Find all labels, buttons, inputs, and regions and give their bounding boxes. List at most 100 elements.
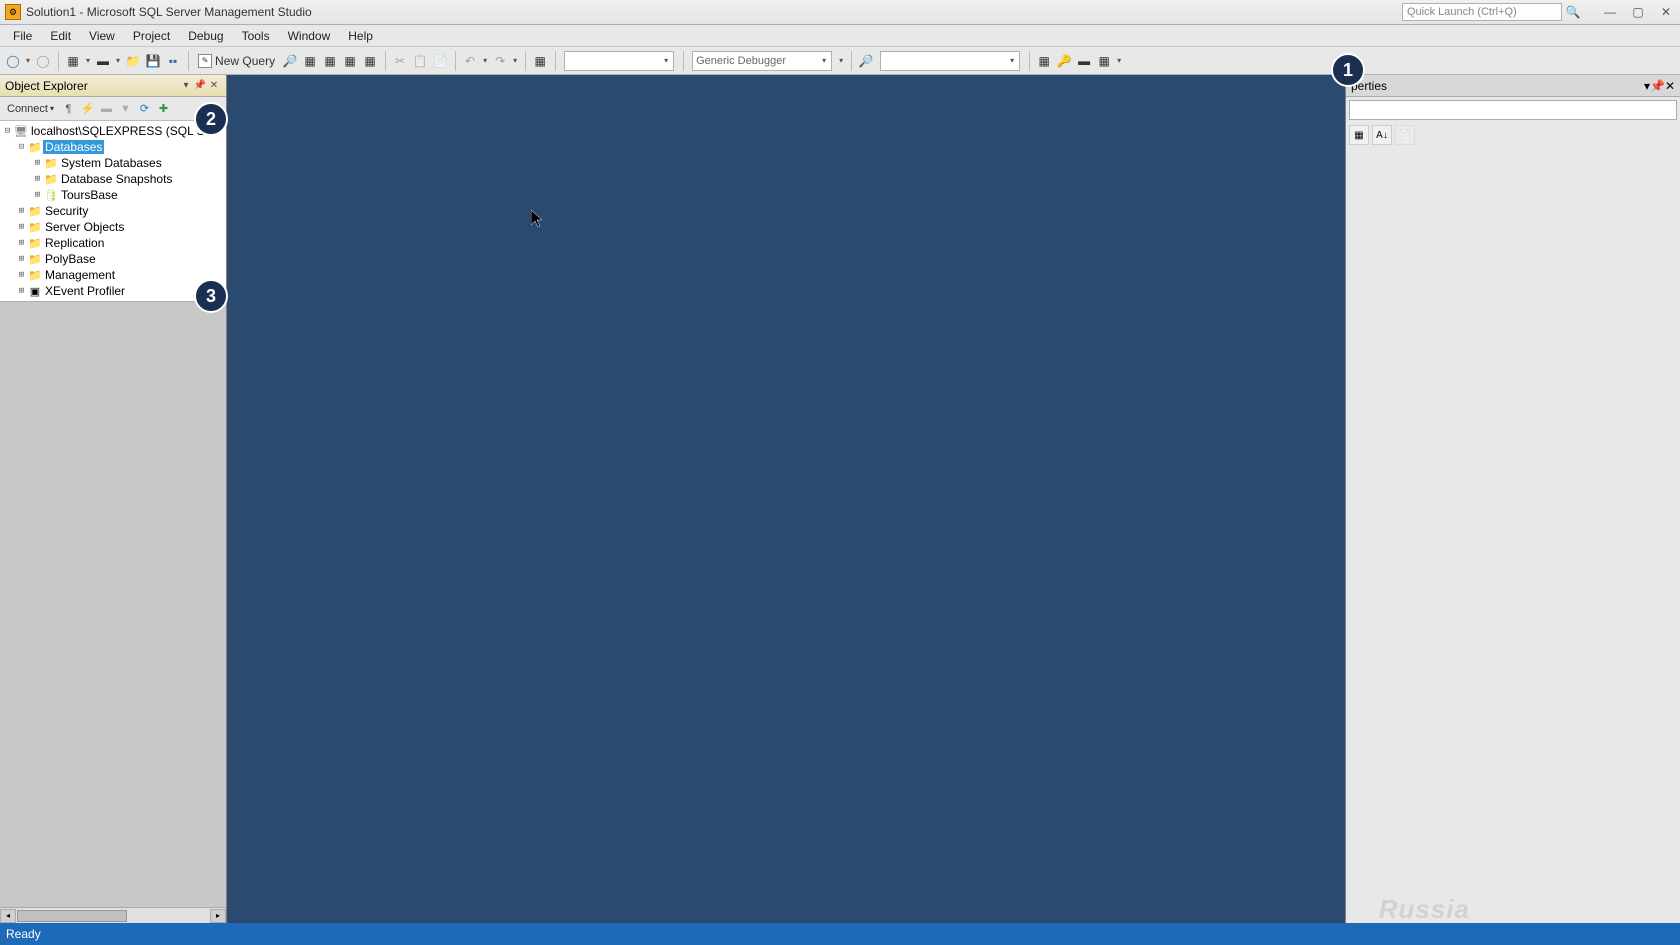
toolbar-right-1[interactable]: ▦ <box>1035 52 1053 70</box>
property-page-icon[interactable]: 📄 <box>1395 125 1415 145</box>
quick-launch-input[interactable]: Quick Launch (Ctrl+Q) <box>1402 3 1562 21</box>
open-button[interactable]: ▬ <box>94 52 112 70</box>
disconnect-icon[interactable]: ▬ <box>99 101 114 116</box>
find-combo[interactable]: ▾ <box>880 51 1020 71</box>
alphabetical-icon[interactable]: A↓ <box>1372 125 1392 145</box>
tree-sysdb[interactable]: ⊞📁System Databases <box>0 155 226 171</box>
expand-icon[interactable]: ⊞ <box>32 174 43 184</box>
tree-server[interactable]: ⊟🖥localhost\SQLEXPRESS (SQL S <box>0 123 226 139</box>
object-tree[interactable]: ⊟🖥localhost\SQLEXPRESS (SQL S ⊟📁Database… <box>0 121 226 302</box>
expand-icon[interactable]: ⊞ <box>16 206 27 216</box>
expand-icon[interactable]: ⊞ <box>16 254 27 264</box>
toolbar-icon-1[interactable]: 🔎 <box>281 52 299 70</box>
redo-dropdown[interactable]: ▾ <box>511 56 519 65</box>
expand-icon[interactable]: ⊞ <box>16 238 27 248</box>
expand-icon[interactable]: ⊞ <box>16 222 27 232</box>
app-icon: ⚙ <box>5 4 21 20</box>
expand-icon[interactable]: ⊞ <box>32 190 43 200</box>
tree-security-label: Security <box>43 204 90 218</box>
panel-dropdown-icon[interactable]: ▾ <box>179 79 193 93</box>
tree-serverobj-label: Server Objects <box>43 220 126 234</box>
tree-replication[interactable]: ⊞📁Replication <box>0 235 226 251</box>
toolbar-icon-3[interactable]: ▦ <box>321 52 339 70</box>
toolbar-icon-5[interactable]: ▦ <box>361 52 379 70</box>
menu-project[interactable]: Project <box>124 26 179 46</box>
scroll-left-icon[interactable]: ◂ <box>0 909 16 923</box>
search-icon[interactable]: 🔍 <box>1565 4 1581 20</box>
title-bar: ⚙ Solution1 - Microsoft SQL Server Manag… <box>0 0 1680 25</box>
horizontal-scrollbar[interactable]: ◂ ▸ <box>0 907 226 923</box>
close-button[interactable]: ✕ <box>1652 2 1680 22</box>
menu-window[interactable]: Window <box>279 26 340 46</box>
tree-replication-label: Replication <box>43 236 106 250</box>
toolbar-right-dropdown[interactable]: ▾ <box>1115 56 1123 65</box>
tree-serverobj[interactable]: ⊞📁Server Objects <box>0 219 226 235</box>
tree-polybase[interactable]: ⊞📁PolyBase <box>0 251 226 267</box>
tree-management-label: Management <box>43 268 117 282</box>
new-item-dropdown[interactable]: ▾ <box>84 56 92 65</box>
new-item-button[interactable]: ▦ <box>64 52 82 70</box>
tree-management[interactable]: ⊞📁Management <box>0 267 226 283</box>
expand-icon[interactable]: ⊞ <box>32 158 43 168</box>
find-button[interactable]: 🔎 <box>857 52 875 70</box>
connect-icon-2[interactable]: ⚡ <box>80 101 95 116</box>
menu-edit[interactable]: Edit <box>41 26 80 46</box>
main-editor-area[interactable] <box>227 75 1345 923</box>
tree-toursbase[interactable]: ⊞🛢ToursBase <box>0 187 226 203</box>
properties-panel: perties ▾ 📌 ✕ ▦ A↓ 📄 <box>1345 75 1680 923</box>
save-button[interactable]: 💾 <box>144 52 162 70</box>
connect-button[interactable]: Connect▾ <box>4 101 57 117</box>
toolbar-right-3[interactable]: ▬ <box>1075 52 1093 70</box>
scroll-thumb[interactable] <box>17 910 127 922</box>
menu-file[interactable]: File <box>4 26 41 46</box>
tree-snapshots[interactable]: ⊞📁Database Snapshots <box>0 171 226 187</box>
toolbar-icon-2[interactable]: ▦ <box>301 52 319 70</box>
refresh-icon[interactable]: ⟳ <box>137 101 152 116</box>
filter-icon[interactable]: ▼ <box>118 101 133 116</box>
collapse-icon[interactable]: ⊟ <box>16 142 27 152</box>
plus-icon[interactable]: ✚ <box>156 101 171 116</box>
scroll-right-icon[interactable]: ▸ <box>210 909 226 923</box>
expand-icon[interactable]: ⊞ <box>16 270 27 280</box>
toolbar-right-2[interactable]: 🔑 <box>1055 52 1073 70</box>
maximize-button[interactable]: ▢ <box>1624 2 1652 22</box>
properties-combo[interactable] <box>1349 100 1677 120</box>
object-explorer-header: Object Explorer ▾ 📌 ✕ <box>0 75 226 97</box>
close-icon[interactable]: ✕ <box>1665 79 1675 93</box>
tree-xevent[interactable]: ⊞▣XEvent Profiler <box>0 283 226 299</box>
nav-back-button[interactable]: ◯ <box>4 52 22 70</box>
debugger-extra-dropdown[interactable]: ▾ <box>837 56 845 65</box>
callout-badge-3: 3 <box>194 279 228 313</box>
categorized-icon[interactable]: ▦ <box>1349 125 1369 145</box>
expand-icon[interactable]: ⊞ <box>16 286 27 296</box>
pin-icon[interactable]: 📌 <box>1650 79 1665 93</box>
toolbar-grid-button[interactable]: ▦ <box>531 52 549 70</box>
tree-server-label: localhost\SQLEXPRESS (SQL S <box>29 124 207 138</box>
tree-snapshots-label: Database Snapshots <box>59 172 174 186</box>
menu-view[interactable]: View <box>80 26 124 46</box>
status-text: Ready <box>6 927 41 941</box>
open-dropdown[interactable]: ▾ <box>114 56 122 65</box>
folder-icon: 📁 <box>27 235 43 251</box>
menu-tools[interactable]: Tools <box>233 26 279 46</box>
debugger-combo[interactable]: Generic Debugger▾ <box>692 51 832 71</box>
toolbar-icon-4[interactable]: ▦ <box>341 52 359 70</box>
window-title: Solution1 - Microsoft SQL Server Managem… <box>26 5 312 19</box>
callout-badge-2: 2 <box>194 102 228 136</box>
solution-config-combo[interactable]: ▾ <box>564 51 674 71</box>
menu-debug[interactable]: Debug <box>179 26 232 46</box>
undo-dropdown[interactable]: ▾ <box>481 56 489 65</box>
close-icon[interactable]: ✕ <box>207 79 221 93</box>
minimize-button[interactable]: — <box>1596 2 1624 22</box>
connect-icon-1[interactable]: ¶ <box>61 101 76 116</box>
tree-databases[interactable]: ⊟📁Databases <box>0 139 226 155</box>
pin-icon[interactable]: 📌 <box>193 79 207 93</box>
collapse-icon[interactable]: ⊟ <box>2 126 13 136</box>
new-query-button[interactable]: ✎ New Query <box>194 54 279 68</box>
menu-help[interactable]: Help <box>339 26 382 46</box>
open-file-button[interactable]: 📁 <box>124 52 142 70</box>
toolbar-right-4[interactable]: ▦ <box>1095 52 1113 70</box>
nav-back-dropdown[interactable]: ▾ <box>24 56 32 65</box>
tree-security[interactable]: ⊞📁Security <box>0 203 226 219</box>
save-all-button[interactable]: ▪▪ <box>164 52 182 70</box>
